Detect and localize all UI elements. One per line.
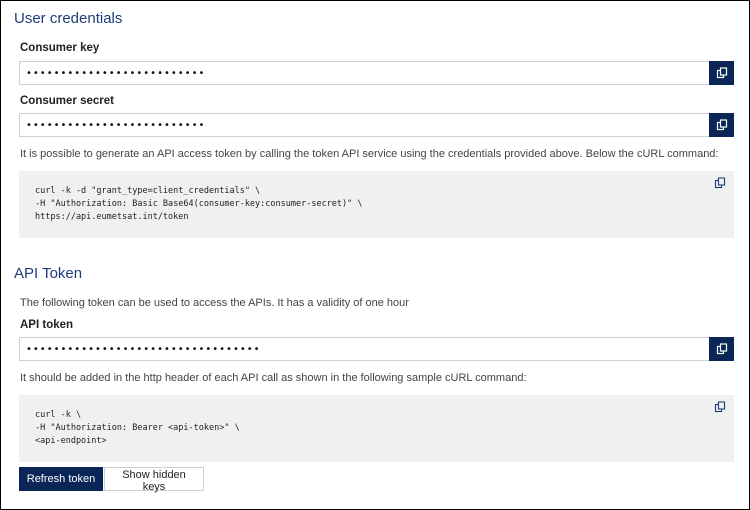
consumer-key-row bbox=[19, 61, 734, 85]
copy-icon bbox=[716, 67, 727, 79]
http-header-info: It should be added in the http header of… bbox=[20, 372, 527, 384]
api-token-label: API token bbox=[20, 319, 74, 331]
api-token-title: API Token bbox=[14, 265, 83, 282]
consumer-key-label: Consumer key bbox=[20, 42, 100, 54]
copy-icon[interactable] bbox=[714, 177, 726, 189]
token-curl-code-block: curl -k -d "grant_type=client_credential… bbox=[19, 171, 734, 238]
show-hidden-keys-button[interactable]: Show hidden keys bbox=[104, 467, 204, 493]
user-credentials-title: User credentials bbox=[14, 10, 123, 27]
token-generation-info: It is possible to generate an API access… bbox=[20, 148, 719, 160]
consumer-secret-input[interactable] bbox=[19, 113, 709, 137]
api-curl-code-block: curl -k \ -H "Authorization: Bearer <api… bbox=[19, 395, 734, 462]
consumer-key-input[interactable] bbox=[19, 61, 709, 85]
copy-icon bbox=[716, 343, 727, 355]
refresh-token-button[interactable]: Refresh token bbox=[19, 467, 103, 491]
api-token-row bbox=[19, 337, 734, 361]
copy-icon[interactable] bbox=[714, 401, 726, 413]
copy-consumer-key-button[interactable] bbox=[709, 61, 734, 85]
api-curl-command: curl -k \ -H "Authorization: Bearer <api… bbox=[35, 410, 240, 446]
copy-icon bbox=[716, 119, 727, 131]
credentials-panel: User credentials Consumer key Consumer s… bbox=[0, 0, 750, 510]
api-token-input[interactable] bbox=[19, 337, 709, 361]
copy-api-token-button[interactable] bbox=[709, 337, 734, 361]
copy-consumer-secret-button[interactable] bbox=[709, 113, 734, 137]
api-token-info: The following token can be used to acces… bbox=[20, 297, 409, 309]
consumer-secret-row bbox=[19, 113, 734, 137]
token-curl-command: curl -k -d "grant_type=client_credential… bbox=[35, 186, 363, 222]
consumer-secret-label: Consumer secret bbox=[20, 95, 114, 107]
